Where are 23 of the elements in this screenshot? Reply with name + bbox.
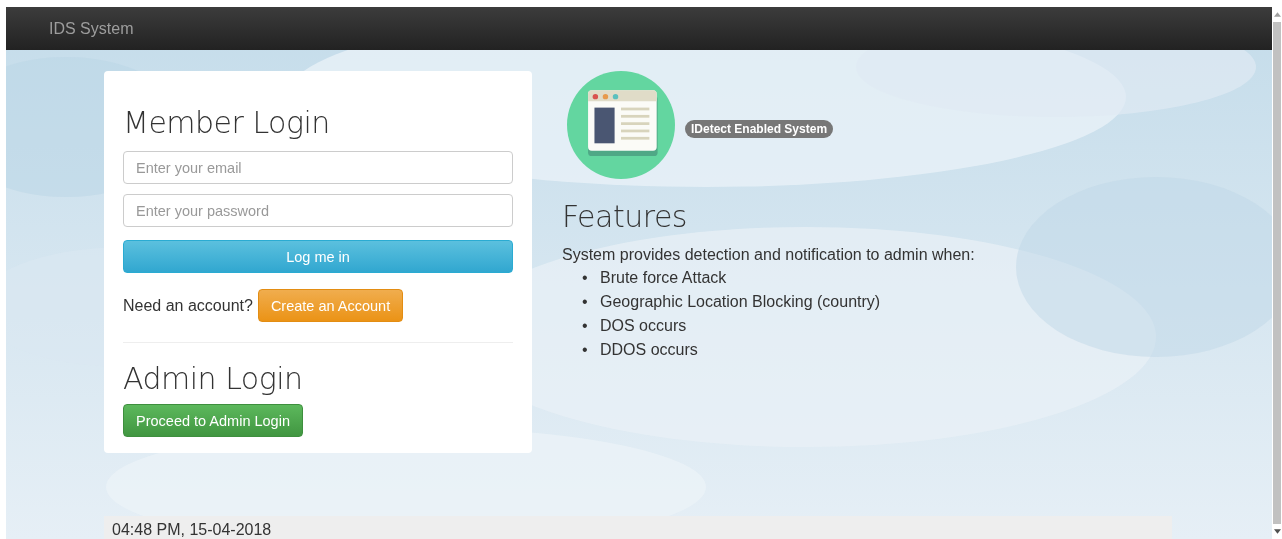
- scroll-up-icon[interactable]: [1273, 12, 1281, 17]
- feature-item: DOS occurs: [600, 316, 687, 336]
- feature-item: Brute force Attack: [600, 268, 727, 288]
- bullet: •: [582, 340, 589, 360]
- password-field[interactable]: Enter your password: [123, 194, 513, 227]
- brand-link[interactable]: IDS System: [49, 19, 134, 38]
- feature-item: Geographic Location Blocking (country): [600, 292, 881, 312]
- signup-prompt: Need an account?: [123, 296, 253, 315]
- bullet: •: [582, 268, 589, 288]
- scroll-down-icon[interactable]: [1273, 529, 1281, 534]
- bullet: •: [582, 316, 589, 336]
- features-heading: Features: [562, 199, 688, 234]
- features-intro: System provides detection and notification to admin when:: [562, 246, 975, 264]
- admin-login-button[interactable]: Proceed to Admin Login: [123, 404, 303, 437]
- status-badge: IDetect Enabled System: [685, 120, 834, 138]
- member-login-heading: Member Login: [123, 105, 330, 140]
- timestamp: 04:48 PM, 15-04-2018: [112, 521, 272, 539]
- create-account-button[interactable]: Create an Account: [257, 289, 404, 322]
- login-button[interactable]: Log me in: [123, 240, 513, 273]
- bullet: •: [582, 292, 589, 312]
- email-field[interactable]: Enter your email: [123, 151, 513, 184]
- admin-login-heading: Admin Login: [123, 361, 303, 396]
- feature-item: DDOS occurs: [600, 340, 698, 360]
